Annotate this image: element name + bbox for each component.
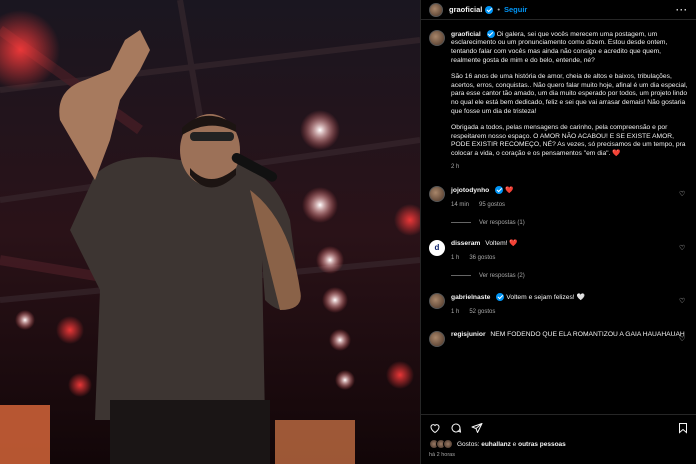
- post-footer: Gostos: euhallanz e outras pessoas há 2 …: [421, 414, 696, 464]
- comment-icon[interactable]: [450, 422, 462, 434]
- comment-text: NEM FODENDO QUE ELA ROMANTIZOU A GAIA HA…: [490, 330, 685, 338]
- comment-heart-icon[interactable]: ♡: [679, 297, 687, 305]
- comment-text: Voltem e sejam felizes! 🤍: [506, 293, 585, 301]
- verified-badge-icon: [496, 292, 505, 301]
- header-separator: •: [497, 5, 500, 14]
- comment-text: ❤️: [505, 186, 514, 194]
- caption-paragraph-1: Oi galera, sei que vocês merecem uma pos…: [451, 30, 668, 64]
- author-avatar[interactable]: [429, 2, 443, 17]
- bookmark-icon[interactable]: [677, 422, 689, 434]
- more-icon[interactable]: ···: [676, 5, 688, 15]
- comment-item: disseram Voltem! ❤️ 1 h 36 gostos ♡: [429, 239, 689, 263]
- comment-item: gabrielnaste Voltem e sejam felizes! 🤍 1…: [429, 292, 689, 317]
- post-side-panel: graoficial • Seguir ··· graoficial Oi ga…: [420, 0, 696, 464]
- post-caption: graoficial Oi galera, sei que vocês mere…: [429, 30, 689, 172]
- comment-likes[interactable]: 36 gostos: [469, 255, 495, 261]
- heart-icon[interactable]: [429, 422, 441, 434]
- comment-heart-icon[interactable]: ♡: [679, 244, 687, 252]
- commenter-username[interactable]: disseram: [451, 240, 480, 247]
- likes-user[interactable]: euhallanz: [481, 441, 511, 448]
- post-time: há 2 horas: [429, 452, 455, 458]
- likes-others[interactable]: outras pessoas: [518, 441, 566, 448]
- concert-photo-illustration: [0, 0, 420, 464]
- comment-likes[interactable]: 95 gostos: [479, 202, 505, 208]
- view-replies-link[interactable]: Ver respostas (1): [451, 220, 689, 226]
- commenter-username[interactable]: jojotodynho: [451, 187, 489, 194]
- verified-badge-icon: [485, 5, 494, 14]
- comment-time: 1 h: [451, 309, 460, 316]
- share-icon[interactable]: [471, 422, 483, 434]
- comment-text: Voltem! ❤️: [485, 239, 518, 247]
- likes-suffix: e: [512, 440, 517, 448]
- caption-time: 2 h: [451, 164, 460, 171]
- caption-paragraph-3: Obrigada a todos, pelas mensagens de car…: [451, 124, 686, 157]
- commenter-username[interactable]: regisjunior: [451, 331, 486, 338]
- verified-badge-icon: [486, 30, 495, 38]
- verified-badge-icon: [495, 186, 504, 195]
- commenter-avatar[interactable]: [429, 330, 445, 347]
- post-header: graoficial • Seguir ···: [421, 0, 696, 20]
- likes-summary[interactable]: Gostos: euhallanz e outras pessoas: [429, 439, 689, 449]
- comment-likes[interactable]: 52 gostos: [469, 309, 495, 315]
- comments-scroll[interactable]: graoficial Oi galera, sei que vocês mere…: [421, 22, 696, 414]
- comment-item: regisjunior NEM FODENDO QUE ELA ROMANTIZ…: [429, 330, 689, 347]
- view-replies-link[interactable]: Ver respostas (2): [451, 273, 689, 279]
- likes-prefix: Gostos:: [457, 440, 480, 448]
- liker-avatars: [429, 439, 453, 449]
- commenter-username[interactable]: gabrielnaste: [451, 294, 490, 301]
- follow-button[interactable]: Seguir: [504, 5, 527, 14]
- comment-time: 14 min: [451, 202, 470, 209]
- action-bar: [429, 421, 689, 435]
- caption-username[interactable]: graoficial: [451, 31, 481, 38]
- caption-avatar[interactable]: [429, 30, 445, 46]
- author-username[interactable]: graoficial: [449, 5, 482, 14]
- caption-paragraph-2: São 16 anos de uma história de amor, che…: [451, 73, 688, 115]
- commenter-avatar[interactable]: [429, 292, 445, 309]
- comment-heart-icon[interactable]: ♡: [679, 335, 687, 343]
- comment-heart-icon[interactable]: ♡: [679, 190, 687, 198]
- commenter-avatar[interactable]: [429, 186, 445, 203]
- comment-time: 1 h: [451, 255, 460, 262]
- post-photo[interactable]: [0, 0, 420, 464]
- commenter-avatar[interactable]: [429, 239, 445, 256]
- comment-item: jojotodynho ❤️ 14 min 95 gostos ♡: [429, 186, 689, 210]
